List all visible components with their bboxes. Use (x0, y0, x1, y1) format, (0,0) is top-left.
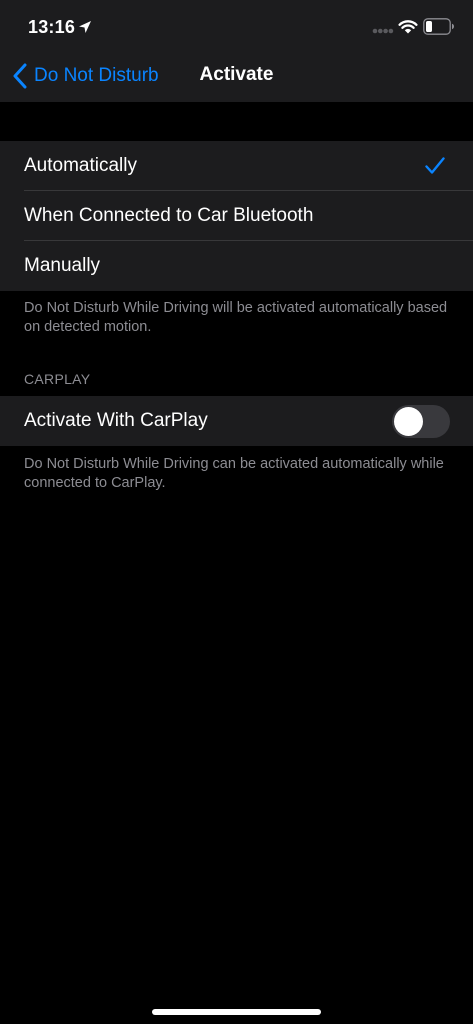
cellular-signal-icon (372, 28, 394, 34)
carplay-toggle[interactable] (392, 405, 450, 438)
navigation-bar: 13:16 Do Not Disturb Activate (0, 0, 473, 102)
wifi-icon (398, 20, 418, 34)
activate-footer-text: Do Not Disturb While Driving will be act… (24, 300, 448, 335)
status-time: 13:16 (28, 17, 76, 37)
checkmark-icon (425, 157, 445, 174)
battery-icon (423, 18, 454, 35)
home-indicator[interactable] (152, 1009, 321, 1015)
option-label: Manually (24, 255, 101, 276)
carplay-toggle-label: Activate With CarPlay (24, 410, 208, 431)
toggle-knob (394, 407, 423, 436)
option-label: Automatically (24, 155, 137, 176)
option-car-bluetooth[interactable]: When Connected to Car Bluetooth (0, 191, 473, 241)
location-arrow-icon (79, 21, 91, 33)
carplay-section-header: CARPLAY (24, 371, 91, 387)
page-title: Activate (199, 64, 274, 85)
activate-with-carplay-row: Activate With CarPlay (0, 396, 473, 446)
carplay-footer-text: Do Not Disturb While Driving can be acti… (24, 456, 444, 491)
option-automatically[interactable]: Automatically (0, 141, 473, 191)
carplay-group: Activate With CarPlay (0, 396, 473, 446)
activate-options-group: Automatically When Connected to Car Blue… (0, 141, 473, 291)
option-manually[interactable]: Manually (0, 241, 473, 291)
option-label: When Connected to Car Bluetooth (24, 205, 314, 226)
